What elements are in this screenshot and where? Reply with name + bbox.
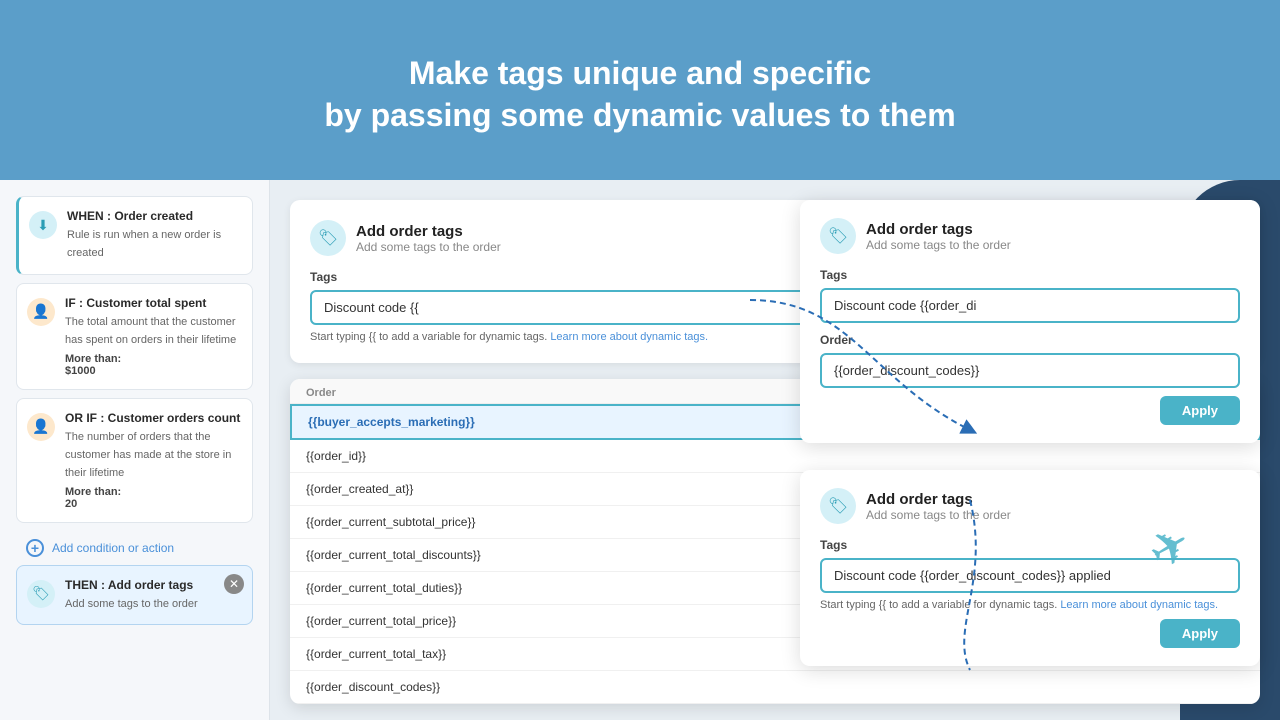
dropdown-item[interactable]: {{order_id}}: [290, 440, 1260, 473]
order-label: Order: [820, 333, 1240, 347]
dropdown-item[interactable]: {{order_discount_codes}}: [290, 671, 1260, 704]
orif-label: OR IF : Customer orders count: [65, 411, 242, 425]
apply-button-top[interactable]: Apply: [1160, 396, 1240, 425]
when-icon: ⬇: [29, 211, 57, 239]
hero-title: Make tags unique and specific by passing…: [324, 53, 955, 136]
sidebar-item-then[interactable]: 🏷 THEN : Add order tags Add some tags to…: [16, 565, 253, 625]
orif-desc: The number of orders that the customer h…: [65, 431, 231, 480]
orif-text: OR IF : Customer orders count The number…: [65, 411, 242, 510]
when-desc: Rule is run when a new order is created: [67, 229, 221, 259]
floating-bottom-hint: Start typing {{ to add a variable for dy…: [820, 599, 1240, 611]
then-label: THEN : Add order tags: [65, 578, 242, 592]
then-text: THEN : Add order tags Add some tags to t…: [65, 578, 242, 612]
floating-top-title: Add order tags: [866, 221, 1011, 238]
content-area: ⬇ WHEN : Order created Rule is run when …: [0, 180, 1280, 720]
order-input-row: Order: [820, 333, 1240, 388]
floating-card-top: 🏷 Add order tags Add some tags to the or…: [800, 200, 1260, 443]
floating-bottom-subtitle: Add some tags to the order: [866, 508, 1011, 522]
hero-line1: Make tags unique and specific: [409, 55, 871, 91]
floating-top-icon: 🏷: [820, 218, 856, 254]
if-desc: The total amount that the customer has s…: [65, 316, 236, 346]
order-input[interactable]: [820, 353, 1240, 388]
sidebar-item-when[interactable]: ⬇ WHEN : Order created Rule is run when …: [16, 196, 253, 275]
floating-top-header: 🏷 Add order tags Add some tags to the or…: [820, 218, 1240, 254]
main-content: 🏷 Add order tags Add some tags to the or…: [270, 180, 1280, 720]
floating-bottom-icon: 🏷: [820, 488, 856, 524]
when-text: WHEN : Order created Rule is run when a …: [67, 209, 242, 262]
if-icon: 👤: [27, 298, 55, 326]
orif-more: More than: 20: [65, 486, 242, 510]
floating-bottom-titles: Add order tags Add some tags to the orde…: [866, 491, 1011, 522]
then-icon: 🏷: [27, 580, 55, 608]
close-button[interactable]: ✕: [224, 574, 244, 594]
floating-bottom-hint-link[interactable]: Learn more about dynamic tags.: [1060, 599, 1218, 611]
floating-top-subtitle: Add some tags to the order: [866, 238, 1011, 252]
floating-top-tags-input[interactable]: [820, 288, 1240, 323]
card-icon: 🏷: [310, 220, 346, 256]
card-title: Add order tags: [356, 223, 501, 240]
orif-icon: 👤: [27, 413, 55, 441]
floating-top-titles: Add order tags Add some tags to the orde…: [866, 221, 1011, 252]
when-label: WHEN : Order created: [67, 209, 242, 223]
then-desc: Add some tags to the order: [65, 598, 198, 610]
if-label: IF : Customer total spent: [65, 296, 242, 310]
sidebar-item-if[interactable]: 👤 IF : Customer total spent The total am…: [16, 283, 253, 390]
add-condition-button[interactable]: + Add condition or action: [16, 531, 253, 565]
hint-link[interactable]: Learn more about dynamic tags.: [550, 331, 708, 343]
hero-banner: Make tags unique and specific by passing…: [0, 0, 1280, 180]
floating-top-tags-label: Tags: [820, 268, 1240, 282]
sidebar: ⬇ WHEN : Order created Rule is run when …: [0, 180, 270, 720]
floating-bottom-header: 🏷 Add order tags Add some tags to the or…: [820, 488, 1240, 524]
if-more: More than: $1000: [65, 353, 242, 377]
if-text: IF : Customer total spent The total amou…: [65, 296, 242, 377]
sidebar-item-orif[interactable]: 👤 OR IF : Customer orders count The numb…: [16, 398, 253, 523]
card-titles: Add order tags Add some tags to the orde…: [356, 223, 501, 254]
card-subtitle: Add some tags to the order: [356, 240, 501, 254]
hero-line2: by passing some dynamic values to them: [324, 97, 955, 133]
apply-button-bottom[interactable]: Apply: [1160, 619, 1240, 648]
add-condition-label: Add condition or action: [52, 541, 174, 555]
floating-bottom-title: Add order tags: [866, 491, 1011, 508]
plus-icon: +: [26, 539, 44, 557]
